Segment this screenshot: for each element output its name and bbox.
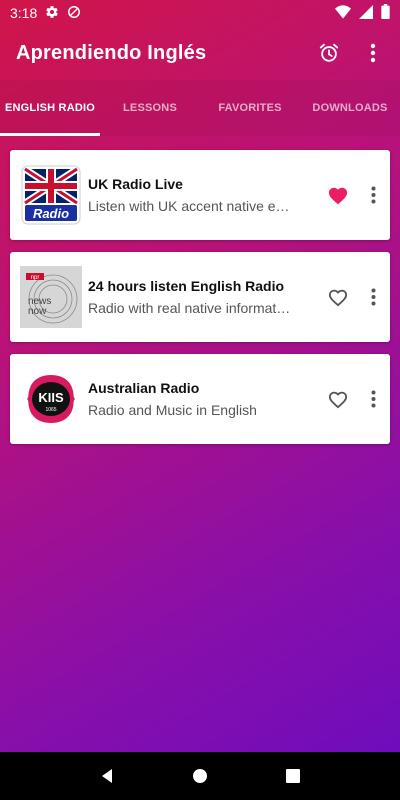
more-options-icon[interactable] (366, 181, 380, 209)
npr-news-now-logo: npr news now (20, 266, 82, 328)
station-card[interactable]: Radio UK Radio Live Listen with UK accen… (10, 150, 390, 240)
more-options-icon[interactable] (366, 283, 380, 311)
signal-icon (359, 4, 373, 22)
station-card[interactable]: npr news now 24 hours listen English Rad… (10, 252, 390, 342)
tab-english-radio[interactable]: ENGLISH RADIO (0, 80, 100, 136)
app-title: Aprendiendo Inglés (16, 41, 207, 64)
status-bar: 3:18 (0, 0, 400, 26)
system-navigation-bar (0, 752, 400, 800)
back-triangle-icon[interactable] (92, 761, 122, 791)
app-bar: Aprendiendo Inglés (0, 26, 400, 80)
battery-icon (381, 4, 390, 22)
more-options-icon[interactable] (366, 385, 380, 413)
station-list: Radio UK Radio Live Listen with UK accen… (10, 150, 390, 456)
favorite-heart-filled-icon[interactable] (324, 181, 352, 209)
recents-square-icon[interactable] (278, 761, 308, 791)
tab-favorites[interactable]: FAVORITES (200, 80, 300, 136)
home-circle-icon[interactable] (185, 761, 215, 791)
station-subtitle: Radio and Music in English (88, 402, 257, 418)
logo-kiis-text: KIIS (38, 390, 64, 405)
station-subtitle: Listen with UK accent native e… (88, 198, 290, 214)
station-title: UK Radio Live (88, 176, 183, 192)
kiis-logo: KIIS 1065 (20, 368, 82, 430)
station-title: Australian Radio (88, 380, 200, 396)
tab-bar: ENGLISH RADIO LESSONS FAVORITES DOWNLOAD… (0, 80, 400, 136)
station-subtitle: Radio with real native informat… (88, 300, 291, 316)
settings-gear-icon (45, 5, 59, 22)
tab-lessons[interactable]: LESSONS (100, 80, 200, 136)
station-card[interactable]: KIIS 1065 Australian Radio Radio and Mus… (10, 354, 390, 444)
status-time: 3:18 (10, 5, 38, 21)
no-entry-icon (67, 5, 81, 22)
logo-npr-text: npr (31, 275, 40, 281)
tab-downloads[interactable]: DOWNLOADS (300, 80, 400, 136)
uk-flag-radio-logo: Radio (20, 164, 82, 226)
logo-frequency-text: 1065 (45, 407, 56, 413)
logo-now-text: now (28, 306, 47, 317)
alarm-clock-icon[interactable] (316, 40, 342, 66)
station-title: 24 hours listen English Radio (88, 278, 285, 294)
wifi-icon (335, 4, 351, 22)
favorite-heart-outline-icon[interactable] (324, 385, 352, 413)
favorite-heart-outline-icon[interactable] (324, 283, 352, 311)
overflow-menu-icon[interactable] (360, 40, 386, 66)
logo-radio-text: Radio (33, 206, 69, 221)
